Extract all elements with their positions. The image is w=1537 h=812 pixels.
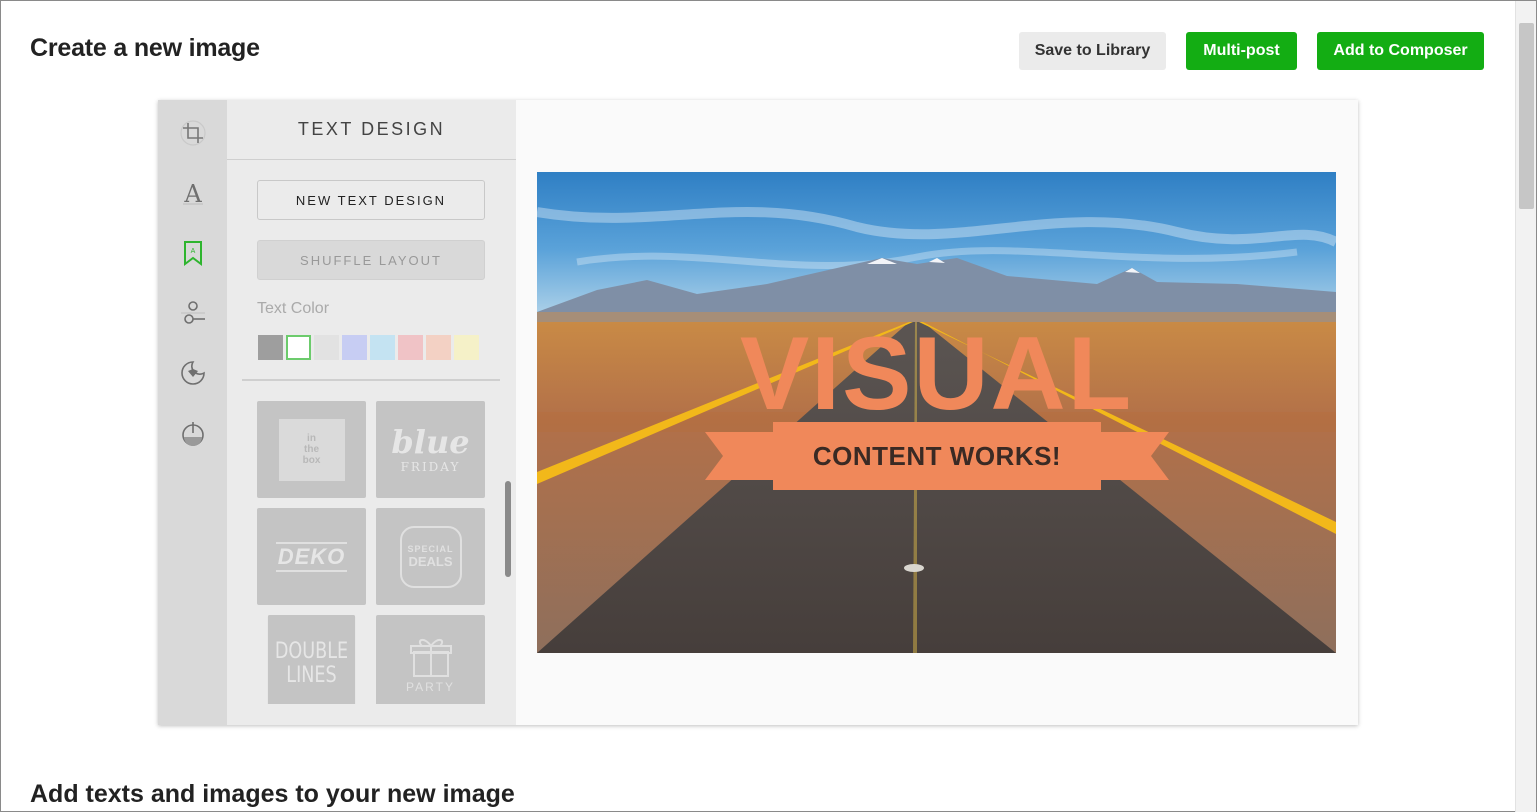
color-swatch[interactable] xyxy=(314,335,339,360)
crop-icon[interactable] xyxy=(176,116,210,150)
gift-icon xyxy=(409,638,452,677)
design-text: the xyxy=(304,444,319,455)
panel-title: TEXT DESIGN xyxy=(227,100,516,160)
color-swatch-selected[interactable] xyxy=(286,335,311,360)
color-swatch[interactable] xyxy=(258,335,283,360)
color-swatch[interactable] xyxy=(342,335,367,360)
color-swatch[interactable] xyxy=(426,335,451,360)
filter-icon[interactable] xyxy=(176,416,210,450)
design-text: PARTY xyxy=(406,679,455,694)
shuffle-layout-button[interactable]: SHUFFLE LAYOUT xyxy=(257,240,485,280)
design-tile-special-deals[interactable]: SPECIAL DEALS xyxy=(376,508,485,605)
section-title: Add texts and images to your new image xyxy=(30,780,515,808)
design-tile-in-the-box[interactable]: in the box xyxy=(257,401,366,498)
new-text-design-button[interactable]: NEW TEXT DESIGN xyxy=(257,180,485,220)
tool-rail: A A xyxy=(158,100,227,725)
design-tile-deko[interactable]: DEKO xyxy=(257,508,366,605)
top-actions: Save to Library Multi-post Add to Compos… xyxy=(1019,32,1484,70)
image-editor: A A TEXT DESIGN NEW TEXT DESIGN SHUFFLE … xyxy=(158,100,1358,725)
design-text: box xyxy=(302,455,321,466)
design-text: LINES xyxy=(286,662,337,688)
multi-post-button[interactable]: Multi-post xyxy=(1186,32,1297,70)
text-design-panel: TEXT DESIGN NEW TEXT DESIGN SHUFFLE LAYO… xyxy=(227,100,516,725)
page-scrollbar[interactable] xyxy=(1515,1,1536,812)
design-tile-blue-friday[interactable]: blue FRIDAY xyxy=(376,401,485,498)
page-title: Create a new image xyxy=(30,34,260,62)
divider xyxy=(242,379,500,381)
color-swatches xyxy=(258,335,479,360)
design-text: DEKO xyxy=(275,541,348,572)
design-tile-party[interactable]: PARTY xyxy=(376,615,485,704)
panel-scrollbar[interactable] xyxy=(505,481,511,577)
image-canvas[interactable]: VISUAL CONTENT WORKS! xyxy=(537,172,1336,653)
text-color-label: Text Color xyxy=(257,300,330,317)
design-text: FRIDAY xyxy=(400,459,461,474)
sticker-icon[interactable] xyxy=(176,356,210,390)
adjust-icon[interactable] xyxy=(176,296,210,330)
design-text: DEALS xyxy=(408,554,453,569)
canvas-subline: CONTENT WORKS! xyxy=(773,422,1101,490)
font-icon[interactable]: A xyxy=(176,176,210,210)
design-tile-double-lines[interactable]: DOUBLE LINES xyxy=(267,615,356,704)
design-preview-box: in the box xyxy=(278,418,345,481)
save-to-library-button[interactable]: Save to Library xyxy=(1019,32,1166,70)
canvas-headline[interactable]: VISUAL xyxy=(537,322,1336,426)
design-text: blue xyxy=(391,422,470,461)
add-to-composer-button[interactable]: Add to Composer xyxy=(1317,32,1484,70)
color-swatch[interactable] xyxy=(398,335,423,360)
design-text: DOUBLE xyxy=(274,638,349,664)
svg-text:A: A xyxy=(190,248,195,255)
design-text: SPECIAL xyxy=(407,544,454,554)
text-design-icon[interactable]: A xyxy=(176,236,210,270)
svg-text:A: A xyxy=(183,180,202,207)
color-swatch[interactable] xyxy=(370,335,395,360)
page-scrollbar-thumb[interactable] xyxy=(1519,23,1534,209)
design-text: in xyxy=(307,433,316,444)
color-swatch[interactable] xyxy=(454,335,479,360)
design-badge: SPECIAL DEALS xyxy=(399,525,462,588)
design-grid: in the box blue FRIDAY DEKO SPECIAL DEAL… xyxy=(257,401,487,704)
canvas-ribbon[interactable]: CONTENT WORKS! xyxy=(705,422,1169,492)
canvas-area: VISUAL CONTENT WORKS! xyxy=(516,100,1358,725)
